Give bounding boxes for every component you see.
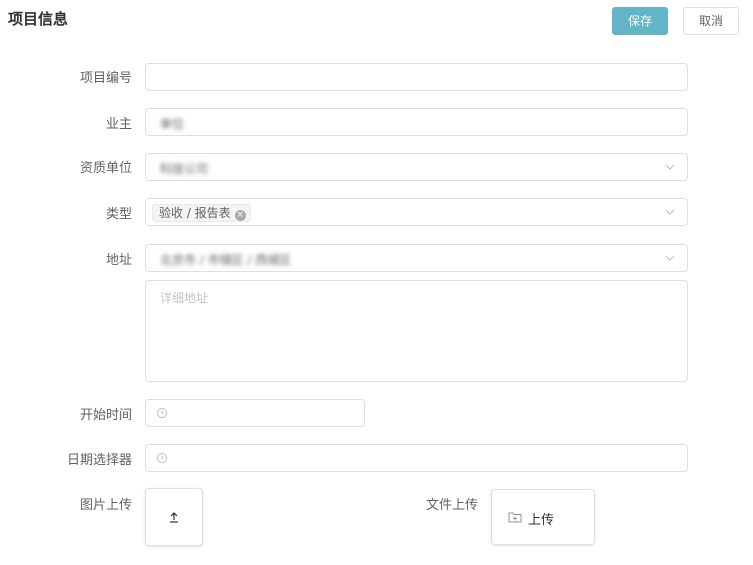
image-upload-label: 图片上传 [79, 498, 132, 513]
chevron-down-icon [665, 255, 675, 261]
close-circle-icon[interactable]: × [234, 210, 246, 221]
start-time-input[interactable] [145, 399, 365, 427]
start-time-label: 开始时间 [79, 408, 132, 423]
address-cascader[interactable]: 北京市 / 市辖区 / 西城区 [145, 244, 688, 272]
address-detail-placeholder: 详细地址 [160, 291, 209, 305]
owner-value: 单位 [160, 117, 185, 131]
upload-arrow-icon [170, 512, 178, 523]
chevron-down-icon [665, 209, 675, 215]
type-label: 类型 [105, 207, 132, 222]
type-select[interactable]: 验收 / 报告表 × [145, 198, 688, 226]
owner-input[interactable]: 单位 [145, 108, 688, 136]
save-button[interactable]: 保存 [612, 7, 668, 35]
address-value: 北京市 / 市辖区 / 西城区 [160, 253, 292, 267]
cancel-button[interactable]: 取消 [683, 7, 739, 35]
clock-icon [156, 407, 168, 419]
file-upload-label: 文件上传 [425, 498, 478, 513]
date-picker-label: 日期选择器 [66, 453, 132, 468]
qualification-unit-label: 资质单位 [79, 161, 132, 176]
clock-icon [156, 452, 168, 464]
date-picker-input[interactable] [145, 444, 688, 472]
chevron-down-icon [665, 164, 675, 170]
project-no-label: 项目编号 [79, 71, 132, 86]
qualification-unit-value: 科技公司 [160, 162, 209, 176]
type-tag: 验收 / 报告表 × [152, 204, 251, 222]
address-detail-textarea[interactable]: 详细地址 [145, 280, 688, 382]
file-upload-button[interactable]: 上传 [491, 489, 595, 545]
qualification-unit-select[interactable]: 科技公司 [145, 153, 688, 181]
folder-add-icon [508, 512, 522, 523]
type-tag-text: 验收 / 报告表 [159, 206, 231, 220]
project-no-input[interactable] [145, 63, 688, 91]
image-upload-button[interactable] [145, 488, 203, 546]
file-upload-button-label: 上传 [528, 513, 555, 528]
owner-label: 业主 [105, 117, 132, 132]
address-label: 地址 [105, 253, 132, 268]
page-title: 项目信息 [8, 10, 69, 28]
